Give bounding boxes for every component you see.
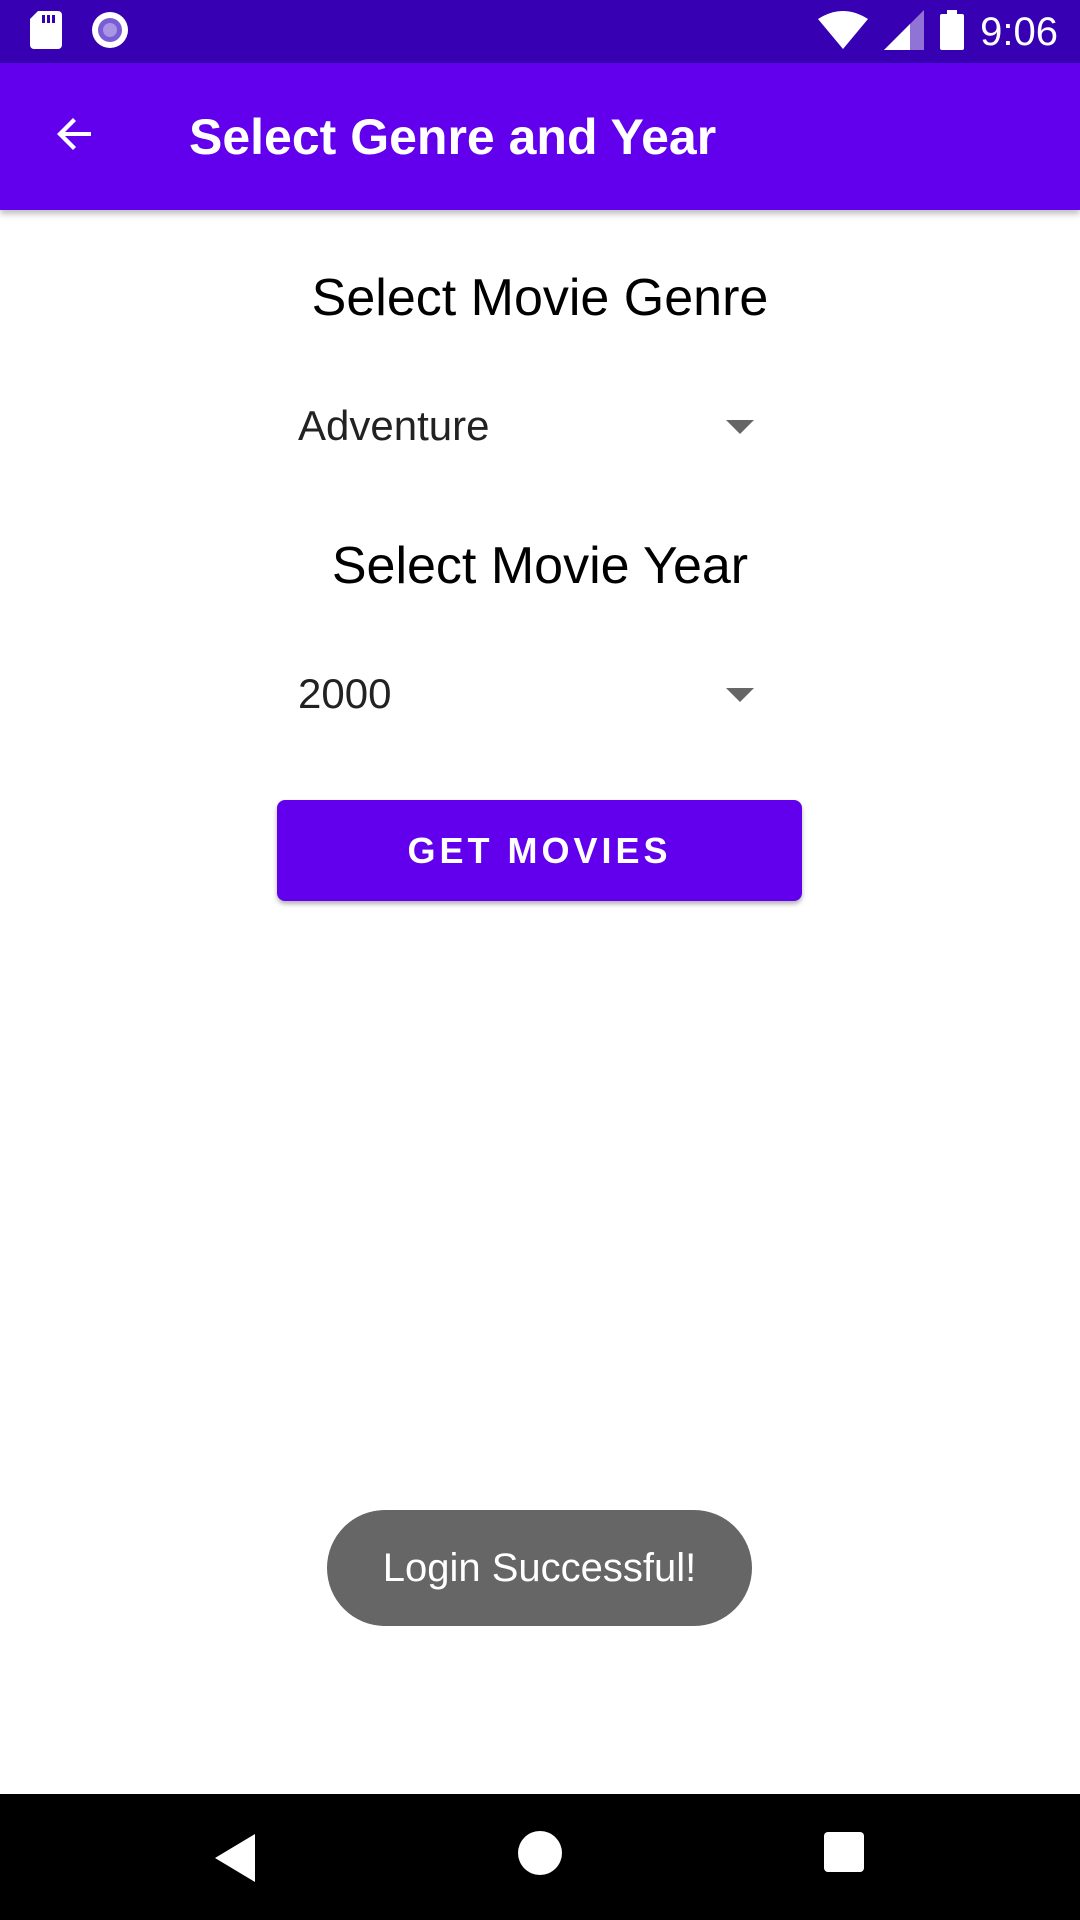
back-button[interactable] — [40, 101, 110, 171]
genre-heading: Select Movie Genre — [311, 269, 769, 327]
year-heading: Select Movie Year — [331, 537, 749, 595]
year-selected-value: 2000 — [298, 670, 392, 717]
status-right-icons: 9:06 — [818, 8, 1058, 56]
wifi-icon — [818, 10, 869, 54]
genre-selected-value: Adventure — [298, 402, 490, 449]
nav-home-icon[interactable] — [518, 1831, 562, 1875]
get-movies-button[interactable]: GET MOVIES — [277, 800, 802, 901]
signal-icon — [884, 9, 925, 55]
status-bar: 9:06 — [0, 0, 1080, 63]
sd-card-icon — [30, 10, 62, 54]
genre-spinner[interactable]: Adventure — [278, 372, 768, 482]
year-spinner[interactable]: 2000 — [278, 640, 768, 750]
page-title: Select Genre and Year — [189, 109, 717, 165]
system-nav-bar — [0, 1794, 1080, 1920]
status-left-icons — [30, 10, 130, 54]
battery-icon — [940, 9, 965, 55]
toast-message: Login Successful! — [327, 1510, 752, 1626]
app-bar: Select Genre and Year — [0, 63, 1080, 210]
dropdown-arrow-icon — [726, 688, 754, 702]
status-time: 9:06 — [980, 9, 1058, 54]
arrow-back-icon — [51, 110, 99, 163]
nav-recents-icon[interactable] — [824, 1832, 864, 1872]
nav-back-icon[interactable] — [215, 1834, 259, 1887]
record-icon — [90, 10, 130, 55]
dropdown-arrow-icon — [726, 420, 754, 434]
